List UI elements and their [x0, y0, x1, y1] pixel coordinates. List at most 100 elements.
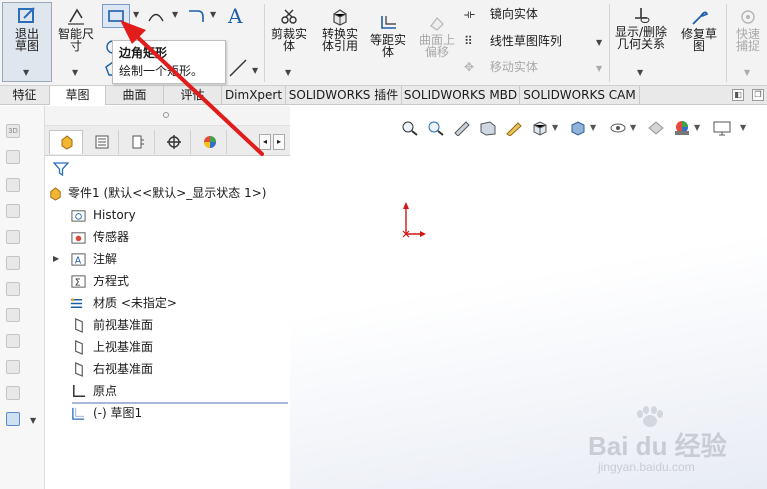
offset-entities-button[interactable]: 等距实体 [366, 14, 410, 58]
display-style-dropdown[interactable]: ▼ [590, 123, 596, 132]
strip-tool-icon[interactable] [6, 360, 20, 374]
view-settings-dropdown[interactable]: ▼ [740, 123, 746, 132]
pattern-dropdown[interactable]: ▼ [596, 38, 602, 47]
smart-dimension-button[interactable]: 智能尺寸 [54, 6, 98, 52]
dynamic-annotation-icon[interactable] [504, 120, 524, 136]
feature-manager-tab[interactable] [49, 130, 83, 154]
sketch-origin-icon [402, 202, 426, 238]
mirror-entities-button[interactable]: ⟛ 镜向实体 [464, 8, 584, 20]
hide-show-items-icon[interactable] [608, 120, 628, 136]
rapid-snap-dropdown[interactable]: ▼ [744, 68, 750, 77]
tree-item-top-plane[interactable]: 上视基准面 [45, 336, 290, 358]
tab-solidworks-addins[interactable]: SOLIDWORKS 插件 [286, 86, 402, 105]
corner-rectangle-button[interactable] [102, 4, 130, 28]
3d-icon[interactable]: 3D [6, 124, 20, 138]
tab-features[interactable]: 特征 [0, 86, 50, 105]
strip-tool-icon[interactable] [6, 204, 20, 218]
tree-item-label: (-) 草图1 [93, 406, 143, 420]
zoom-to-area-icon[interactable] [426, 120, 446, 136]
hide-show-dropdown[interactable]: ▼ [630, 123, 636, 132]
strip-tool-icon[interactable] [6, 150, 20, 164]
tab-scroll-left[interactable]: ◂ [259, 134, 271, 150]
move-dropdown[interactable]: ▼ [596, 64, 602, 73]
tab-surfaces[interactable]: 曲面 [106, 86, 164, 105]
tree-item-material[interactable]: 材质 <未指定> [45, 292, 290, 314]
strip-tool-icon[interactable] [6, 308, 20, 322]
configuration-manager-tab[interactable] [121, 130, 155, 154]
line-dropdown[interactable]: ▼ [252, 66, 258, 75]
view-settings-icon[interactable] [712, 120, 732, 136]
zoom-to-fit-icon[interactable] [400, 120, 420, 136]
smart-dimension-dropdown[interactable]: ▼ [72, 68, 78, 77]
tree-item-right-plane[interactable]: 右视基准面 [45, 358, 290, 380]
property-manager-tab[interactable] [85, 130, 119, 154]
tree-item-origin[interactable]: 原点 [45, 380, 290, 402]
tab-scroll-right[interactable]: ▸ [273, 134, 285, 150]
surface-offset-button[interactable]: 曲面上偏移 [416, 14, 458, 58]
tree-item-equations[interactable]: Σ 方程式 [45, 270, 290, 292]
tree-item-sketch1[interactable]: (-) 草图1 [45, 402, 290, 424]
svg-text:A: A [75, 255, 82, 266]
view-orientation-dropdown[interactable]: ▼ [552, 123, 558, 132]
rectangle-dropdown[interactable]: ▼ [133, 10, 139, 19]
display-style-icon[interactable] [568, 120, 588, 136]
arc-icon[interactable] [146, 8, 166, 24]
panel-pin-icon[interactable] [163, 112, 169, 118]
trim-dropdown[interactable]: ▼ [285, 68, 291, 77]
tab-sketch[interactable]: 草图 [50, 86, 106, 105]
fillet-icon[interactable] [186, 8, 206, 24]
tree-item-sensors[interactable]: 传感器 [45, 226, 290, 248]
mirror-entities-label: 镜向实体 [489, 7, 538, 21]
tab-scroll-icon[interactable]: ◧ [732, 89, 744, 101]
tree-filter[interactable] [49, 158, 286, 180]
tab-solidworks-cam[interactable]: SOLIDWORKS CAM [520, 86, 640, 105]
tab-solidworks-mbd[interactable]: SOLIDWORKS MBD [402, 86, 520, 105]
graphics-area[interactable]: ▼ ▼ ▼ ▼ ▼ Bai du 经验 jingyan.baidu.com [290, 106, 767, 489]
tree-item-history[interactable]: History [45, 204, 290, 226]
text-icon[interactable]: A [228, 4, 242, 28]
apply-scene-icon[interactable] [672, 120, 692, 136]
fillet-dropdown[interactable]: ▼ [210, 10, 216, 19]
convert-entities-button[interactable]: 转换实体引用 [316, 8, 364, 52]
dimxpert-manager-tab[interactable] [157, 130, 191, 154]
display-manager-tab[interactable] [193, 130, 227, 154]
move-entities-button[interactable]: ✥ 移动实体 [464, 61, 584, 73]
rapid-snap-button[interactable]: 快速捕捉 [730, 8, 766, 52]
tree-item-annotations[interactable]: ▶ A 注解 [45, 248, 290, 270]
strip-tool-icon[interactable] [6, 282, 20, 296]
display-relations-button[interactable]: 显示/删除几何关系 [612, 6, 670, 50]
trim-entities-button[interactable]: 剪裁实体 [268, 8, 310, 52]
previous-view-icon[interactable] [452, 120, 472, 136]
repair-sketch-icon [692, 11, 709, 25]
tree-item-label: History [93, 208, 136, 222]
mirror-icon: ⟛ [464, 7, 475, 21]
tree-item-label: 右视基准面 [93, 362, 154, 376]
strip-tool-icon[interactable] [6, 386, 20, 400]
tab-evaluate[interactable]: 评估 [164, 86, 222, 105]
edit-appearance-icon[interactable] [646, 120, 666, 136]
line-icon[interactable] [228, 58, 248, 78]
strip-tool-icon[interactable] [6, 256, 20, 270]
section-view-icon[interactable] [478, 120, 498, 136]
linear-pattern-button[interactable]: ⠿ 线性草图阵列 [464, 35, 594, 47]
repair-sketch-button[interactable]: 修复草图 [676, 8, 722, 52]
offset-entities-icon [381, 16, 396, 29]
strip-tool-icon[interactable] [6, 334, 20, 348]
exit-sketch-dropdown[interactable]: ▼ [23, 68, 29, 77]
view-orientation-icon[interactable] [530, 120, 550, 136]
expand-arrow-icon[interactable]: ▶ [53, 248, 59, 270]
relations-dropdown[interactable]: ▼ [637, 68, 643, 77]
strip-tool-icon[interactable] [6, 230, 20, 244]
sketch-plane-icon[interactable] [6, 412, 20, 426]
strip-dropdown[interactable]: ▼ [30, 416, 36, 425]
tree-root-part[interactable]: 零件1 (默认<<默认>_显示状态 1>) [45, 182, 290, 204]
window-restore-icon[interactable]: ❐ [752, 89, 764, 101]
exit-sketch-button[interactable]: 退出草图 [4, 6, 50, 52]
tree-item-front-plane[interactable]: 前视基准面 [45, 314, 290, 336]
arc-dropdown[interactable]: ▼ [172, 10, 178, 19]
tree-item-label: 传感器 [93, 230, 130, 244]
tab-dimxpert[interactable]: DimXpert [222, 86, 286, 105]
move-icon: ✥ [464, 60, 475, 74]
strip-tool-icon[interactable] [6, 178, 20, 192]
scene-dropdown[interactable]: ▼ [694, 123, 700, 132]
